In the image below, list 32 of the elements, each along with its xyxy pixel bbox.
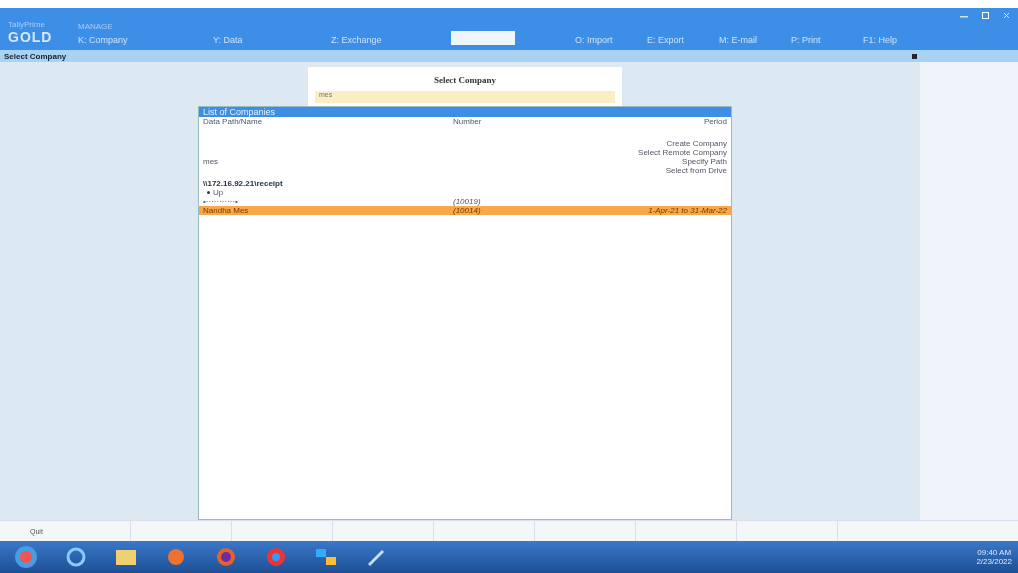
list-title: List of Companies	[199, 107, 731, 117]
menu-item[interactable]: F1: Help	[863, 35, 913, 45]
brand-name: TallyPrime	[8, 20, 46, 29]
restore-icon[interactable]	[982, 12, 989, 19]
filter-text: mes	[203, 157, 220, 166]
action-item[interactable]: Select Remote Company	[638, 148, 727, 157]
action-item[interactable]: Create Company	[638, 139, 727, 148]
company-row[interactable]: Nandha Mes (10014) 1-Apr-21 to 31-Mar-22	[199, 206, 731, 215]
action-item[interactable]: Select from Drive	[638, 166, 727, 175]
clock-date: 2/23/2022	[976, 557, 1012, 566]
edition-label: GOLD	[8, 29, 54, 45]
menu-item[interactable]: M: E-mail	[719, 35, 791, 45]
action-item[interactable]: Specify Path	[638, 157, 727, 166]
mode-label: MANAGE	[78, 22, 114, 31]
column-header: Number	[453, 117, 483, 126]
close-icon[interactable]	[1003, 12, 1010, 19]
up-link[interactable]: Up	[213, 188, 224, 197]
column-header: Data Path/Name	[203, 117, 264, 126]
bullet-icon	[207, 191, 210, 194]
clock-time: 09:40 AM	[977, 548, 1012, 557]
screen-title: Select Company	[4, 51, 67, 61]
dialog-title: Select Company	[433, 75, 497, 85]
menu-item[interactable]: O: Import	[575, 35, 647, 45]
menu-item[interactable]: Z: Exchange	[331, 35, 431, 45]
menu-item[interactable]: P: Print	[791, 35, 863, 45]
menu-item[interactable]: K: Company	[78, 35, 213, 45]
menu-item[interactable]: E: Export	[647, 35, 719, 45]
path-label: \\172.16.92.21\receipt	[203, 179, 284, 188]
menu-item[interactable]: Y: Data	[213, 35, 331, 45]
company-row[interactable]: •···········• (10019)	[199, 197, 731, 206]
search-field[interactable]	[451, 31, 515, 45]
column-header: Period	[702, 117, 727, 126]
